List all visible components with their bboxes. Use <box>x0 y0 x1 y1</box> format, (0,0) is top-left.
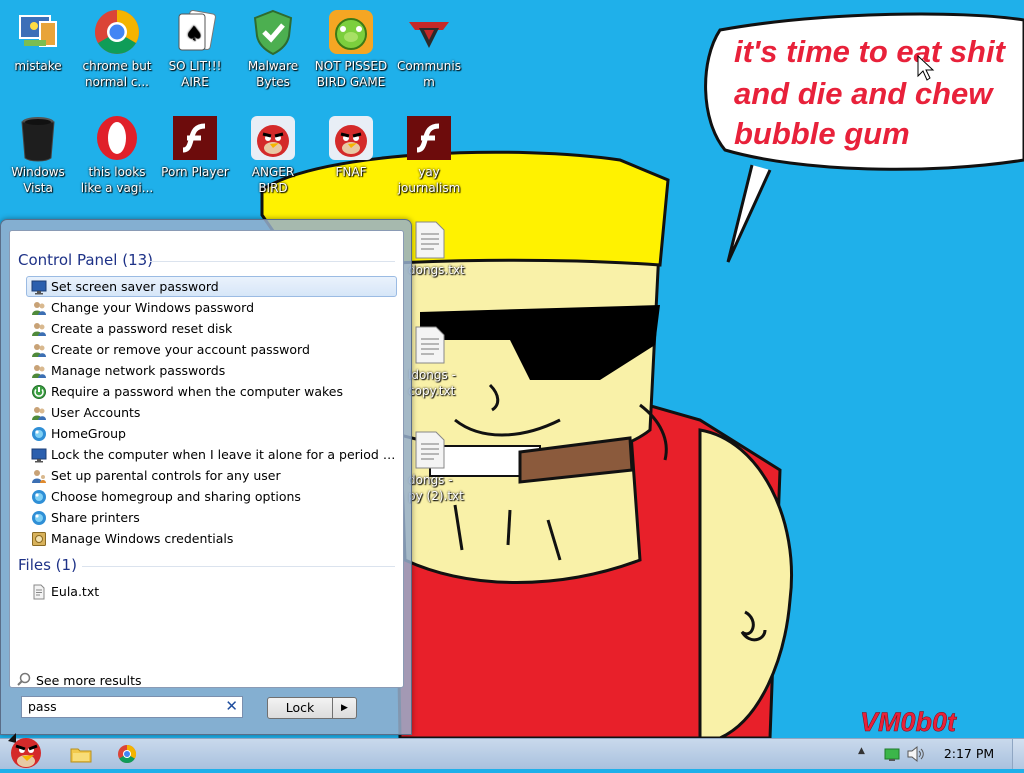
desktop-file-dongs-copy[interactable]: ldongs - copy.txt <box>408 325 470 399</box>
lock-button[interactable]: Lock <box>267 697 333 719</box>
start-menu: Control Panel (13) Set screen saver pass… <box>0 219 412 735</box>
group-divider <box>82 566 395 567</box>
result-change-windows-password[interactable]: Change your Windows password <box>26 297 397 318</box>
users-icon <box>31 321 47 337</box>
desktop-icon-chrome[interactable]: chrome but normal c... <box>79 6 155 90</box>
users-icon <box>31 363 47 379</box>
folder-icon <box>70 748 92 763</box>
users-icon <box>31 342 47 358</box>
search-results-pane: Control Panel (13) Set screen saver pass… <box>9 230 404 688</box>
text-file-icon <box>412 430 448 470</box>
speech-line-3: bubble gum <box>734 116 910 151</box>
desktop-file-dongs[interactable]: dongs.txt <box>408 220 470 278</box>
flash-icon <box>171 114 219 162</box>
desktop-icon-mistake[interactable]: mistake <box>0 6 76 74</box>
svg-text:♠: ♠ <box>185 21 203 45</box>
result-lock-computer-idle[interactable]: Lock the computer when I leave it alone … <box>26 444 397 465</box>
pig-icon <box>327 8 375 56</box>
see-more-results-link[interactable]: See more results <box>17 672 142 689</box>
text-file-icon <box>31 584 47 600</box>
desktop-icon-anger-bird[interactable]: ANGER BIRD <box>235 112 311 196</box>
chevron-right-icon: ▶ <box>341 703 348 713</box>
group-divider <box>150 261 395 262</box>
search-icon <box>17 672 31 689</box>
homegroup-icon <box>31 426 47 442</box>
speech-line-1: it's time to eat shit <box>734 34 1007 69</box>
taskbar: ▲ 2:17 PM <box>0 733 1024 769</box>
result-set-screen-saver-password[interactable]: Set screen saver password <box>26 276 397 297</box>
monitor-icon <box>31 279 47 295</box>
volume-icon[interactable] <box>906 745 926 767</box>
result-user-accounts[interactable]: User Accounts <box>26 402 397 423</box>
angry-bird-icon <box>8 733 41 768</box>
desktop-icon-yay-journalism[interactable]: yay journalism <box>391 112 467 196</box>
result-create-remove-account-password[interactable]: Create or remove your account password <box>26 339 397 360</box>
power-options-icon <box>31 384 47 400</box>
show-hidden-icons-button[interactable]: ▲ <box>858 746 865 756</box>
opera-icon <box>93 114 141 162</box>
desktop-icon-solitaire[interactable]: ♠ SO LIT!!! AIRE <box>157 6 233 90</box>
result-homegroup[interactable]: HomeGroup <box>26 423 397 444</box>
signature: VM0b0t <box>860 707 957 737</box>
desktop-icon-pissed-bird[interactable]: NOT PISSED BIRD GAME <box>313 6 389 90</box>
parental-controls-icon <box>31 468 47 484</box>
desktop-icon-opera[interactable]: this looks like a vagi... <box>79 112 155 196</box>
homegroup-icon <box>31 489 47 505</box>
users-icon <box>31 300 47 316</box>
taskbar-chrome-button[interactable] <box>115 742 139 766</box>
desktop-icon-windows-vista[interactable]: Windows Vista <box>0 112 76 196</box>
flash-icon <box>405 114 453 162</box>
show-desktop-button[interactable] <box>1012 739 1024 769</box>
angry-bird-icon <box>249 114 297 162</box>
start-button[interactable] <box>2 731 50 769</box>
text-file-icon <box>412 325 448 365</box>
users-icon <box>31 405 47 421</box>
desktop-icon-fnaf[interactable]: FNAF <box>313 112 389 180</box>
result-eula-txt[interactable]: Eula.txt <box>26 581 397 602</box>
monitor-icon <box>31 447 47 463</box>
result-homegroup-sharing-options[interactable]: Choose homegroup and sharing options <box>26 486 397 507</box>
result-manage-network-passwords[interactable]: Manage network passwords <box>26 360 397 381</box>
taskbar-explorer-button[interactable] <box>69 742 93 766</box>
taskbar-clock[interactable]: 2:17 PM <box>938 746 1000 761</box>
clear-search-icon[interactable]: ✕ <box>225 699 238 714</box>
shield-check-icon <box>249 8 297 56</box>
group-header-files[interactable]: Files (1) <box>18 556 77 574</box>
shutdown-options-arrow[interactable]: ▶ <box>333 697 357 719</box>
chrome-icon <box>93 8 141 56</box>
speech-line-2: and die and chew <box>734 76 994 111</box>
desktop-icon-communism[interactable]: Communism <box>391 6 467 90</box>
homegroup-icon <box>31 510 47 526</box>
desktop-icon-porn-player[interactable]: Porn Player <box>157 112 233 180</box>
result-require-password-on-wake[interactable]: Require a password when the computer wak… <box>26 381 397 402</box>
start-search-input[interactable]: pass ✕ <box>21 696 243 718</box>
chrome-icon <box>118 745 137 764</box>
desktop-icon-malwarebytes[interactable]: Malware Bytes <box>235 6 311 90</box>
control-panel-icon <box>14 8 62 56</box>
solitaire-icon: ♠ <box>171 8 219 56</box>
trash-bin-icon <box>14 114 62 162</box>
angry-bird-icon <box>327 114 375 162</box>
credential-vault-icon <box>31 531 47 547</box>
desktop-file-dongs-copy-2[interactable]: dongs - py (2).txt <box>408 430 470 504</box>
result-share-printers[interactable]: Share printers <box>26 507 397 528</box>
result-manage-windows-credentials[interactable]: Manage Windows credentials <box>26 528 397 549</box>
result-parental-controls[interactable]: Set up parental controls for any user <box>26 465 397 486</box>
result-create-password-reset-disk[interactable]: Create a password reset disk <box>26 318 397 339</box>
group-header-control-panel[interactable]: Control Panel (13) <box>18 251 153 269</box>
network-icon[interactable] <box>884 747 900 766</box>
text-file-icon <box>412 220 448 260</box>
emblem-icon <box>405 8 453 56</box>
